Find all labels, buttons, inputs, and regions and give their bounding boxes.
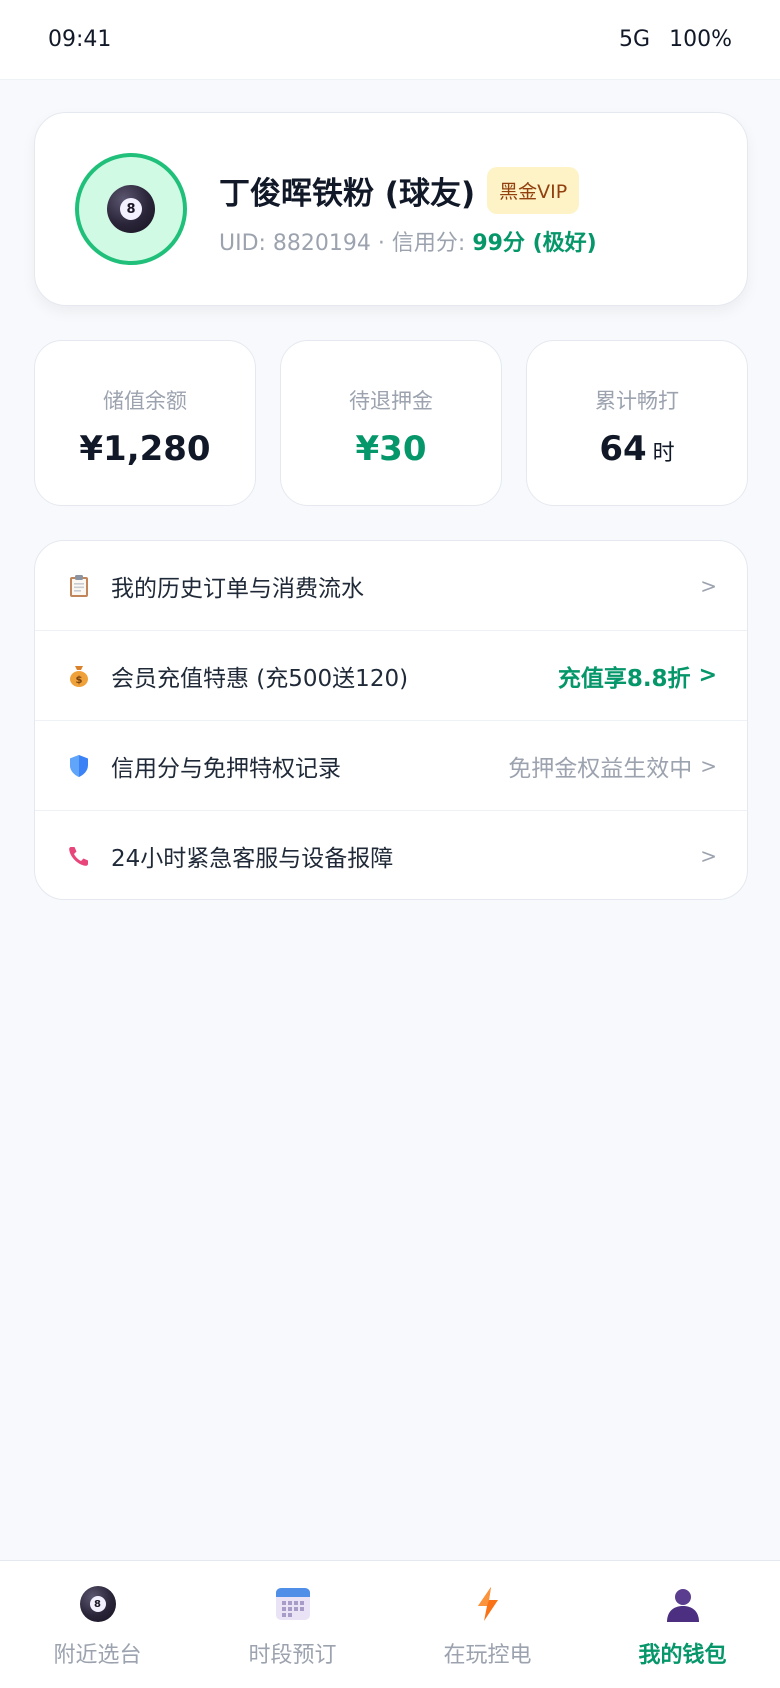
stat-label: 累计畅打: [595, 389, 679, 413]
tab-label: 在玩控电: [443, 1643, 532, 1668]
menu-item-value: 免押金权益生效中: [508, 755, 693, 782]
billiard-ball-icon: 8: [107, 185, 155, 233]
user-name: 丁俊晖铁粉 (球友): [219, 176, 476, 212]
stat-value: ¥30: [355, 429, 427, 469]
money-bag-icon: $: [67, 664, 91, 688]
lightning-icon: [469, 1585, 507, 1623]
chevron-right-icon: >: [698, 663, 717, 688]
profile-card[interactable]: 8 丁俊晖铁粉 (球友) 黑金VIP UID: 8820194 · 信用分: 9…: [34, 112, 748, 306]
status-bar: 09:41 5G 100%: [0, 0, 780, 80]
menu-item-label: 24小时紧急客服与设备报障: [111, 846, 394, 872]
bottom-tab-bar: 8 附近选台 时段预订 在玩控电 我的钱包: [0, 1560, 780, 1688]
stat-label: 储值余额: [103, 389, 187, 413]
tab-power-control[interactable]: 在玩控电: [390, 1561, 585, 1688]
menu-item-label: 我的历史订单与消费流水: [111, 575, 364, 602]
network-indicator: 5G: [619, 27, 651, 52]
menu-item-label: 会员充值特惠 (充500送120): [111, 665, 409, 692]
chevron-right-icon: >: [700, 844, 717, 868]
menu-list: 我的历史订单与消费流水 > $ 会员充值特惠 (充500送120) 充值享8.8…: [34, 540, 748, 900]
user-name-row: 丁俊晖铁粉 (球友) 黑金VIP: [219, 167, 580, 214]
tab-label: 附近选台: [53, 1643, 142, 1668]
tab-my-wallet[interactable]: 我的钱包: [585, 1561, 780, 1688]
stat-card-hours[interactable]: 累计畅打 64 时: [526, 340, 748, 506]
menu-item-support[interactable]: 24小时紧急客服与设备报障 >: [35, 811, 747, 899]
menu-item-recharge[interactable]: $ 会员充值特惠 (充500送120) 充值享8.8折 >: [35, 631, 747, 721]
ball-number: 8: [120, 198, 142, 220]
calendar-icon: [274, 1585, 312, 1623]
tab-label: 我的钱包: [638, 1643, 727, 1668]
menu-item-orders[interactable]: 我的历史订单与消费流水 >: [35, 541, 747, 631]
stat-card-balance[interactable]: 储值余额 ¥1,280: [34, 340, 256, 506]
phone-icon: [67, 844, 91, 868]
svg-text:$: $: [76, 675, 83, 686]
menu-item-label: 信用分与免押特权记录: [111, 755, 341, 782]
stat-card-deposit[interactable]: 待退押金 ¥30: [280, 340, 502, 506]
stat-value: ¥1,280: [79, 429, 211, 469]
tab-label: 时段预订: [248, 1643, 337, 1668]
user-icon: [664, 1585, 702, 1623]
chevron-right-icon: >: [700, 753, 717, 778]
ball-number: 8: [89, 1596, 106, 1612]
promo-text: 充值享8.8折: [557, 665, 691, 692]
billiard-ball-icon: 8: [79, 1585, 117, 1623]
stat-unit: 时: [652, 441, 675, 466]
menu-item-credit[interactable]: 信用分与免押特权记录 免押金权益生效中 >: [35, 721, 747, 811]
status-time: 09:41: [48, 27, 112, 52]
avatar[interactable]: 8: [75, 153, 187, 265]
vip-badge: 黑金VIP: [487, 167, 580, 214]
credit-score: 99分 (极好): [472, 231, 597, 256]
battery-indicator: 100%: [669, 27, 732, 52]
tab-nearby-tables[interactable]: 8 附近选台: [0, 1561, 195, 1688]
chevron-right-icon: >: [700, 573, 717, 598]
uid-text: UID: 8820194 · 信用分:: [219, 231, 473, 256]
tab-booking[interactable]: 时段预订: [195, 1561, 390, 1688]
clipboard-icon: [67, 574, 91, 598]
status-indicators: 5G 100%: [607, 27, 732, 52]
shield-icon: [67, 754, 91, 778]
user-meta: UID: 8820194 · 信用分: 99分 (极好): [219, 225, 597, 257]
stat-label: 待退押金: [349, 389, 433, 413]
stat-value: 64 时: [599, 429, 675, 469]
